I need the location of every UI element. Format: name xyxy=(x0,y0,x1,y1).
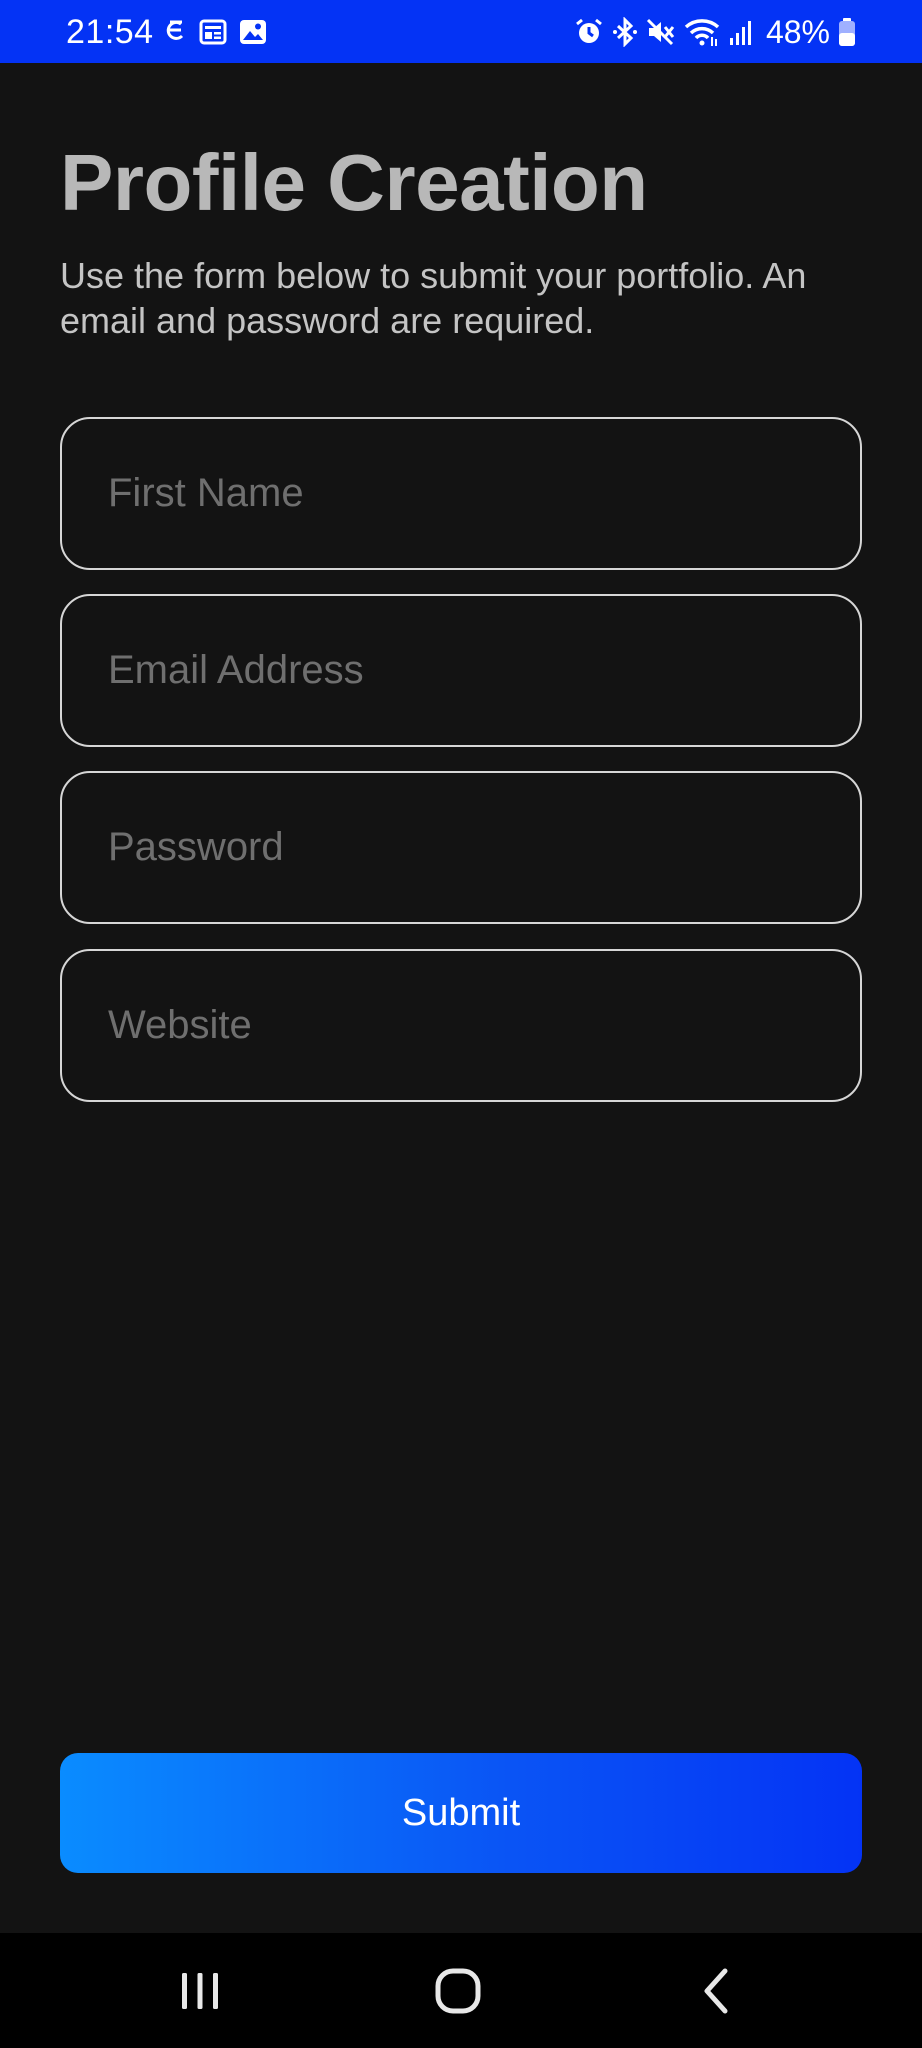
recents-icon xyxy=(182,1972,218,2009)
status-time: 21:54 xyxy=(66,13,154,51)
battery-percentage: 48% xyxy=(765,14,830,50)
home-button[interactable] xyxy=(388,1933,528,2048)
navigation-bar xyxy=(0,1933,922,2048)
signal-icon xyxy=(728,17,754,47)
password-input[interactable] xyxy=(60,771,862,924)
status-bar: 21:54 48% xyxy=(0,0,922,63)
s-sync-icon xyxy=(163,18,187,46)
wifi-icon xyxy=(684,17,720,47)
gallery-icon xyxy=(239,19,267,45)
back-icon xyxy=(704,1968,728,2013)
home-icon xyxy=(435,1968,481,2013)
mute-icon xyxy=(646,17,676,47)
email-address-input[interactable] xyxy=(60,594,862,747)
submit-button[interactable]: Submit xyxy=(60,1753,862,1873)
page-subtitle: Use the form below to submit your portfo… xyxy=(60,255,807,341)
website-input[interactable] xyxy=(60,949,862,1102)
recents-button[interactable] xyxy=(130,1933,270,2048)
back-button[interactable] xyxy=(646,1933,786,2048)
first-name-input[interactable] xyxy=(60,417,862,570)
alarm-icon xyxy=(574,17,604,47)
status-left-icons xyxy=(163,18,267,46)
news-icon xyxy=(199,19,227,45)
page-title: Profile Creation xyxy=(60,138,648,227)
status-right-icons: 48% xyxy=(574,14,856,50)
profile-creation-screen: 21:54 48% Profile Creation Use the form … xyxy=(0,0,922,2048)
bluetooth-icon xyxy=(612,17,638,47)
battery-icon xyxy=(838,17,856,47)
